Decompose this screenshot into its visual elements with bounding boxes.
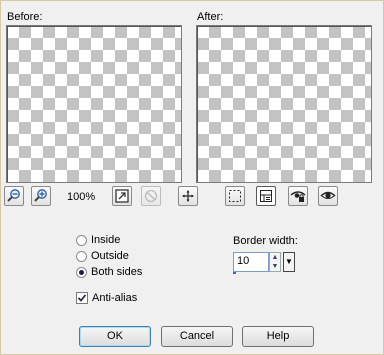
- move-button[interactable]: [178, 186, 198, 206]
- radio-inside[interactable]: Inside: [76, 234, 120, 246]
- slider-indicator: [233, 272, 236, 274]
- chevron-down-icon: ▼: [285, 257, 293, 266]
- radio-inside-indicator[interactable]: [76, 234, 87, 246]
- cancel-button[interactable]: Cancel: [161, 326, 233, 347]
- layout-toggle-button[interactable]: [256, 186, 276, 206]
- preview-on-image-button[interactable]: [141, 186, 161, 206]
- border-width-label: Border width:: [233, 235, 298, 247]
- border-width-input[interactable]: 10: [233, 252, 269, 272]
- zoom-level: 100%: [67, 191, 96, 203]
- anti-alias-label: Anti-alias: [92, 292, 138, 304]
- border-width-dropdown[interactable]: ▼: [283, 252, 295, 272]
- radio-both-sides-indicator[interactable]: [76, 266, 87, 278]
- radio-outside-label: Outside: [91, 250, 129, 262]
- help-button[interactable]: Help: [242, 326, 314, 347]
- radio-outside[interactable]: Outside: [76, 250, 129, 262]
- border-width-spinner[interactable]: ▲ ▼: [269, 252, 281, 272]
- checkmark-icon: [77, 294, 87, 302]
- zoom-out-button[interactable]: [4, 186, 24, 206]
- spin-down-icon[interactable]: ▼: [270, 262, 280, 271]
- radio-both-sides-label: Both sides: [91, 266, 143, 278]
- anti-alias-checkbox[interactable]: Anti-alias: [76, 292, 137, 304]
- anti-alias-check-box[interactable]: [76, 292, 88, 304]
- before-preview[interactable]: [6, 25, 182, 183]
- fit-window-button[interactable]: [112, 186, 132, 206]
- selection-button[interactable]: [225, 186, 245, 206]
- ok-button[interactable]: OK: [79, 326, 151, 347]
- after-preview: [196, 25, 372, 183]
- radio-outside-indicator[interactable]: [76, 250, 87, 262]
- proof-button[interactable]: [318, 186, 338, 206]
- radio-both-sides[interactable]: Both sides: [76, 266, 142, 278]
- after-label: After:: [197, 11, 224, 23]
- spin-up-icon[interactable]: ▲: [270, 253, 280, 262]
- radio-inside-label: Inside: [91, 234, 121, 246]
- before-label: Before:: [7, 11, 43, 23]
- auto-proof-button[interactable]: [288, 186, 308, 206]
- zoom-in-button[interactable]: [31, 186, 51, 206]
